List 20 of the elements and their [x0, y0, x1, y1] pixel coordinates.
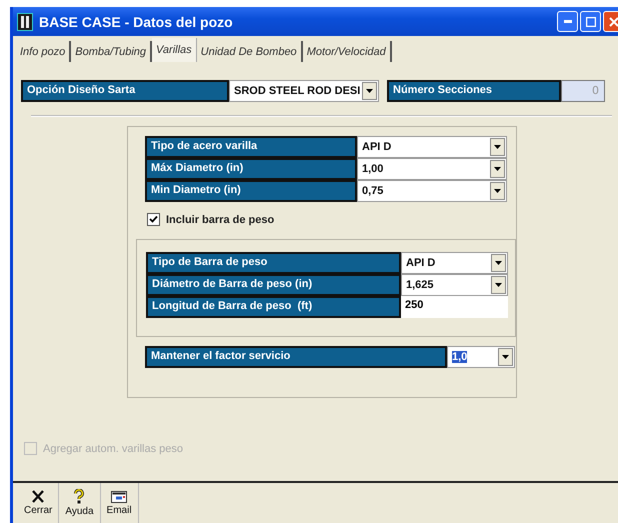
dropdown[interactable]: API D: [401, 252, 508, 274]
dropdown[interactable]: 0,75: [357, 180, 507, 202]
dropdown[interactable]: API D: [357, 136, 507, 158]
dropdown[interactable]: 1,00: [357, 158, 507, 180]
input-field[interactable]: 250: [401, 296, 508, 318]
dropdown[interactable]: 1,0: [447, 346, 515, 368]
field-label: Número Secciones: [387, 80, 561, 102]
field-label: Opción Diseño Sarta: [21, 80, 229, 102]
dropdown[interactable]: 1,625: [401, 274, 508, 296]
field-label: Máx Diametro (in): [145, 158, 357, 180]
field-label: Min Diametro (in): [145, 180, 357, 202]
field-label: Longitud de Barra de peso (ft): [146, 296, 401, 318]
field-label: Diámetro de Barra de peso (in): [146, 274, 401, 296]
tab[interactable]: Varillas: [152, 38, 197, 62]
field-label: Tipo de acero varilla: [145, 136, 357, 158]
field-label: Mantener el factor servicio: [145, 346, 447, 368]
field-label: Tipo de Barra de peso: [146, 252, 401, 274]
checkbox[interactable]: Incluir barra de peso: [147, 213, 274, 226]
window-title: BASE CASE - Datos del pozo: [39, 14, 233, 30]
dropdown[interactable]: SROD STEEL ROD DESI: [229, 80, 379, 102]
